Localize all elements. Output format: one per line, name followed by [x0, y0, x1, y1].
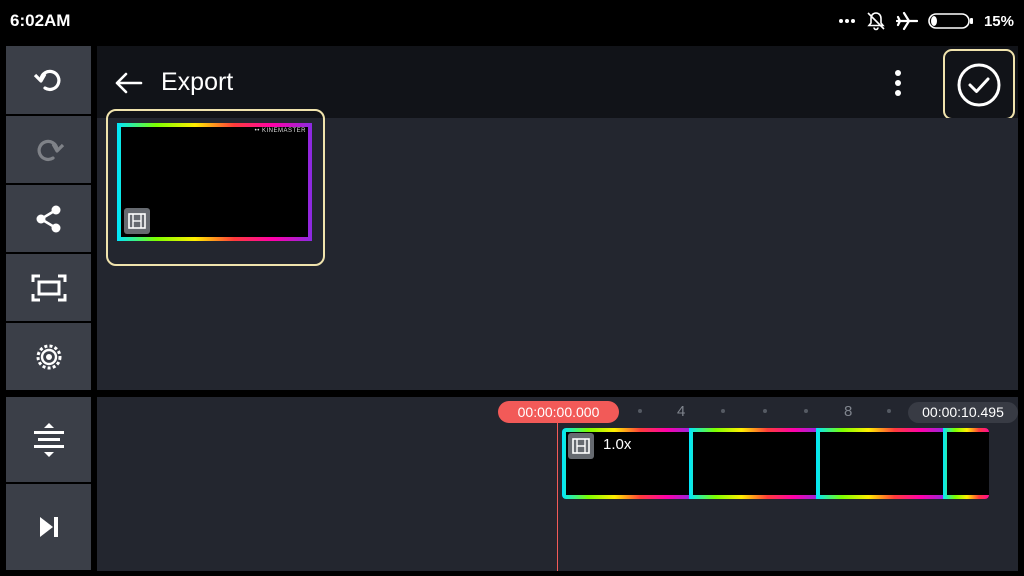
current-time-indicator[interactable]: 00:00:00.000: [498, 401, 619, 423]
clip-speed-label: 1.0x: [603, 436, 632, 453]
ruler-label-8: 8: [844, 403, 853, 420]
back-button[interactable]: [111, 66, 145, 100]
export-thumbnail-card[interactable]: •• KINEMASTER: [106, 109, 325, 266]
more-dots-icon: [838, 19, 855, 23]
watermark-logo: •• KINEMASTER: [254, 128, 306, 134]
fit-screen-button[interactable]: [6, 254, 91, 321]
total-duration: 00:00:10.495: [908, 402, 1018, 423]
ruler-tick: [763, 409, 767, 413]
status-bar: 6:02AM 15%: [0, 0, 1024, 40]
export-content-area: •• KINEMASTER: [97, 109, 1018, 390]
ruler-tick: [887, 409, 891, 413]
back-arrow-icon: [115, 72, 143, 94]
expand-timeline-button[interactable]: [6, 397, 91, 482]
film-icon: [572, 438, 590, 454]
skip-to-end-icon: [39, 517, 58, 537]
clip-frame: [816, 428, 947, 499]
skip-to-end-button[interactable]: [6, 484, 91, 570]
battery-percent: 15%: [983, 12, 1014, 30]
expand-timeline-icon: [33, 422, 64, 457]
clip-frame: [943, 428, 989, 499]
more-vertical-icon: [895, 70, 901, 96]
status-time: 6:02AM: [10, 11, 71, 30]
page-title: Export: [161, 68, 234, 96]
share-button[interactable]: [6, 185, 91, 252]
ruler-label-4: 4: [677, 403, 686, 420]
video-thumbnail[interactable]: •• KINEMASTER: [117, 123, 312, 241]
timeline-panel: 4 8 00:00:00.000 00:00:10.495 1.0x: [97, 397, 1018, 571]
redo-icon: [37, 139, 64, 161]
fit-screen-icon: [31, 274, 66, 301]
playhead[interactable]: [557, 423, 558, 571]
share-icon: [36, 205, 60, 232]
undo-button[interactable]: [6, 46, 91, 114]
ruler-tick: [721, 409, 725, 413]
settings-icon: [36, 344, 61, 369]
confirm-export-button[interactable]: [943, 49, 1015, 120]
more-options-button[interactable]: [885, 66, 911, 100]
undo-icon: [33, 69, 60, 92]
ruler-tick: [638, 409, 642, 413]
video-clip[interactable]: 1.0x: [562, 428, 989, 499]
film-badge: [124, 208, 150, 234]
battery-icon: [928, 13, 973, 29]
redo-button[interactable]: [6, 116, 91, 183]
clip-frame: [689, 428, 820, 499]
status-icons: 15%: [838, 10, 1014, 32]
check-circle-icon: [957, 63, 1001, 106]
bell-off-icon: [867, 12, 885, 31]
airplane-icon: [895, 11, 918, 31]
export-header: Export: [97, 46, 1018, 120]
ruler-tick: [804, 409, 808, 413]
settings-button[interactable]: [6, 323, 91, 390]
film-icon: [128, 213, 146, 229]
clip-film-badge: [568, 433, 594, 459]
